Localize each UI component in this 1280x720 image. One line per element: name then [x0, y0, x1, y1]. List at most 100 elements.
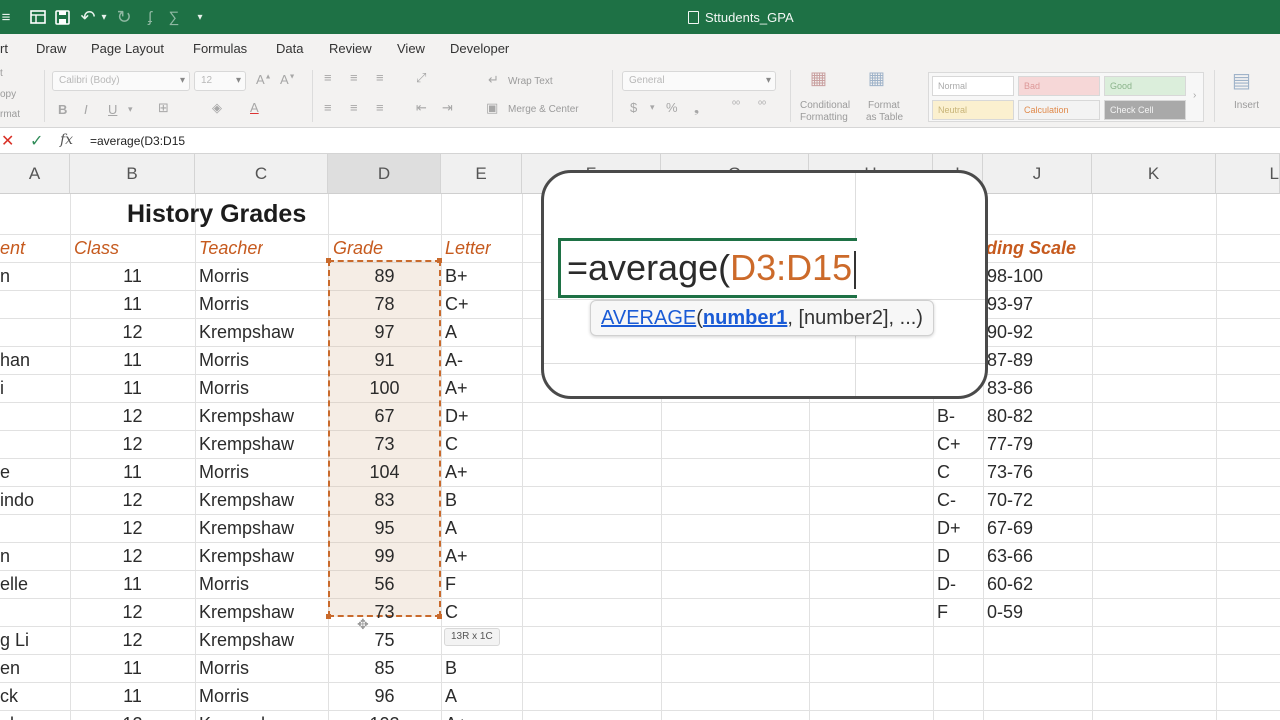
cell-grade[interactable]: 78 [328, 290, 441, 318]
cell-grade[interactable]: 85 [328, 654, 441, 682]
cell-grade[interactable]: 99 [328, 542, 441, 570]
cell-letter[interactable]: C+ [445, 290, 522, 318]
cell-class[interactable]: 11 [70, 290, 195, 318]
cell-student[interactable] [0, 598, 70, 626]
align-middle-icon[interactable]: ≡ [350, 70, 358, 85]
redo-icon[interactable]: ↻ [112, 5, 136, 29]
cell-teacher[interactable]: Krempshaw [199, 626, 328, 654]
column-header-l[interactable]: L [1216, 154, 1280, 194]
orientation-icon[interactable]: ⤢ [416, 70, 426, 86]
insert-button[interactable]: Insert [1234, 100, 1259, 111]
clipboard-cut[interactable]: t [0, 68, 3, 79]
cell-teacher[interactable]: Morris [199, 682, 328, 710]
percent-icon[interactable]: % [666, 100, 678, 115]
cell-scale-range[interactable]: 70-72 [987, 486, 1091, 514]
cell-letter[interactable]: A- [445, 346, 522, 374]
cell-student[interactable]: han [0, 346, 70, 374]
cell-class[interactable]: 12 [70, 430, 195, 458]
italic-button[interactable]: I [84, 102, 88, 117]
cell-grade[interactable]: 102 [328, 710, 441, 720]
cell-teacher[interactable]: Krempshaw [199, 542, 328, 570]
cell-teacher[interactable]: Krempshaw [199, 430, 328, 458]
align-bottom-icon[interactable]: ≡ [376, 70, 384, 85]
style-good[interactable]: Good [1104, 76, 1186, 96]
cell-scale-letter[interactable]: F [937, 598, 981, 626]
cell-student[interactable]: i [0, 374, 70, 402]
cell-teacher[interactable]: Morris [199, 346, 328, 374]
cell-scale-letter[interactable]: B- [937, 402, 981, 430]
save-icon[interactable] [50, 5, 74, 29]
cell-letter[interactable]: A [445, 318, 522, 346]
tab-data[interactable]: Data [276, 41, 303, 56]
clipboard-format[interactable]: rmat [0, 109, 20, 120]
conditional-formatting-label-2[interactable]: Formatting [800, 112, 848, 123]
column-header-b[interactable]: B [70, 154, 195, 194]
cell-letter[interactable]: A+ [445, 458, 522, 486]
header-class[interactable]: Class [74, 234, 119, 262]
merge-icon[interactable]: ▣ [486, 100, 498, 116]
cancel-icon[interactable]: ✕ [1, 131, 14, 151]
cell-student[interactable]: indo [0, 486, 70, 514]
cell-class[interactable]: 11 [70, 262, 195, 290]
cell-teacher[interactable]: Morris [199, 290, 328, 318]
cell-teacher[interactable]: Krempshaw [199, 486, 328, 514]
enter-icon[interactable]: ✓ [30, 131, 43, 151]
cell-letter[interactable]: A+ [445, 374, 522, 402]
cell-class[interactable]: 12 [70, 542, 195, 570]
cell-student[interactable] [0, 290, 70, 318]
cell-class[interactable]: 11 [70, 458, 195, 486]
format-as-table-label-2[interactable]: as Table [866, 112, 903, 123]
function-icon[interactable]: ʄ [138, 5, 162, 29]
cell-student[interactable]: n [0, 542, 70, 570]
function-argument-tooltip[interactable]: AVERAGE(number1, [number2], ...) [590, 300, 934, 336]
header-grading-scale[interactable]: ding Scale [986, 234, 1076, 262]
tab-formulas[interactable]: Formulas [193, 41, 247, 56]
wrap-text-icon[interactable]: ↵ [488, 72, 499, 88]
header-student[interactable]: ent [0, 234, 70, 262]
cell-teacher[interactable]: Krempshaw [199, 402, 328, 430]
cell-grade[interactable]: 73 [328, 430, 441, 458]
cell-class[interactable]: 11 [70, 654, 195, 682]
tab-view[interactable]: View [397, 41, 425, 56]
cell-scale-range[interactable]: 77-79 [987, 430, 1091, 458]
cell-letter[interactable]: B+ [445, 262, 522, 290]
align-right-icon[interactable]: ≡ [376, 100, 384, 115]
cell-class[interactable]: 11 [70, 346, 195, 374]
cell-scale-range[interactable]: 93-97 [987, 290, 1091, 318]
comma-style-icon[interactable]: ❟ [694, 100, 699, 116]
wrap-text-button[interactable]: Wrap Text [508, 76, 553, 87]
cell-teacher[interactable]: Krempshaw [199, 598, 328, 626]
clipboard-copy[interactable]: opy [0, 89, 16, 100]
chevron-down-icon[interactable]: ▾ [650, 102, 655, 113]
cell-letter[interactable]: A+ [445, 710, 522, 720]
cell-grade[interactable]: 83 [328, 486, 441, 514]
cell-student[interactable]: ck [0, 682, 70, 710]
style-check-cell[interactable]: Check Cell [1104, 100, 1186, 120]
cell-scale-range[interactable]: 63-66 [987, 542, 1091, 570]
cell-student[interactable]: en [0, 654, 70, 682]
cell-teacher[interactable]: Morris [199, 570, 328, 598]
cell-scale-range[interactable]: 60-62 [987, 570, 1091, 598]
cell-scale-letter[interactable]: C- [937, 486, 981, 514]
tab-draw[interactable]: Draw [36, 41, 66, 56]
column-header-a[interactable]: A [0, 154, 70, 194]
cell-class[interactable]: 12 [70, 318, 195, 346]
cell-class[interactable]: 12 [70, 710, 195, 720]
cell-scale-letter[interactable]: D+ [937, 514, 981, 542]
cell-class[interactable]: 11 [70, 682, 195, 710]
undo-icon[interactable]: ↶ [76, 5, 100, 29]
cell-letter[interactable]: F [445, 570, 522, 598]
number-format-dropdown[interactable]: General [622, 71, 776, 91]
cell-teacher[interactable]: Morris [199, 654, 328, 682]
cell-student[interactable]: n [0, 262, 70, 290]
cell-scale-range[interactable]: 83-86 [987, 374, 1091, 402]
font-color-icon[interactable]: A [250, 100, 259, 115]
cell-grade[interactable]: 104 [328, 458, 441, 486]
column-header-k[interactable]: K [1092, 154, 1216, 194]
cell-letter[interactable]: D+ [445, 402, 522, 430]
cell-class[interactable]: 12 [70, 514, 195, 542]
cell-letter[interactable]: A [445, 514, 522, 542]
tab-developer[interactable]: Developer [450, 41, 509, 56]
tab-insert[interactable]: rt [0, 41, 8, 56]
style-calculation[interactable]: Calculation [1018, 100, 1100, 120]
